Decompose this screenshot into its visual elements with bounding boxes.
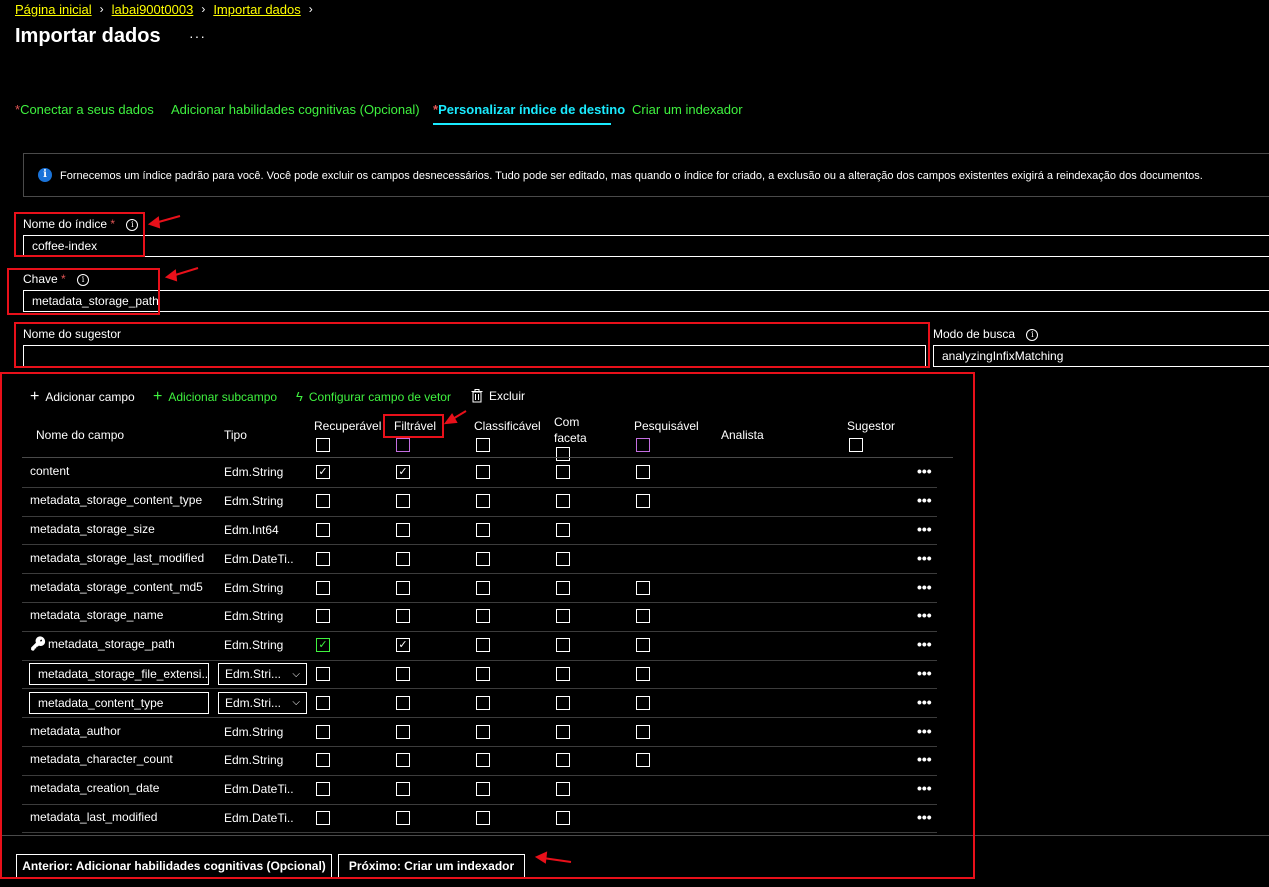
annotation-arrows bbox=[147, 215, 572, 864]
